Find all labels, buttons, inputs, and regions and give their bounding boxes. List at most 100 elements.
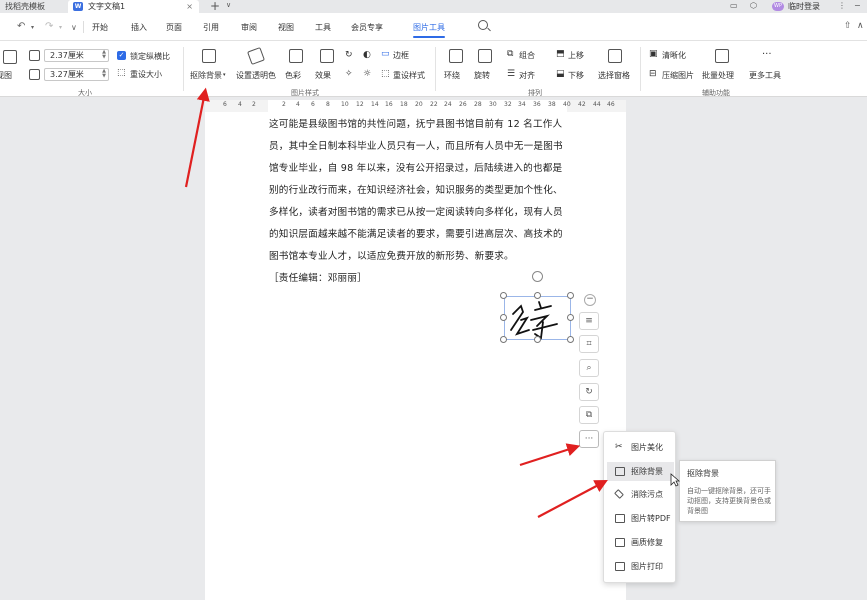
menu-review[interactable]: 审阅 [241,22,257,33]
tab-template[interactable]: 找稻壳模板 [0,0,66,13]
avatar[interactable]: WP [772,2,784,11]
send-down-icon[interactable]: ⬓ [556,69,565,79]
menu-item-remove-background[interactable]: 抠除背景 [607,462,674,481]
view-partial-label[interactable]: 视图 [0,70,12,81]
resize-handle[interactable] [534,336,541,343]
reset-style-icon[interactable]: ⬚ [381,69,390,79]
bring-up-button[interactable]: 上移 [568,50,584,61]
menu-item-print[interactable]: 图片打印 [607,557,674,576]
more-options-button[interactable]: ··· [579,430,599,448]
rotate-tool-icon[interactable]: ↻ [579,383,599,401]
undo-icon[interactable]: ↶ [17,21,25,32]
resize-handle[interactable] [500,336,507,343]
rotate-button[interactable]: 旋转 [474,70,490,81]
minimize-icon[interactable]: − [854,1,861,10]
resize-handle[interactable] [534,292,541,299]
login-label[interactable]: 临时登录 [788,0,820,13]
compress-icon[interactable]: ⊟ [649,69,657,79]
menu-view[interactable]: 视图 [278,22,294,33]
close-tab-icon[interactable]: × [186,0,193,13]
brightness-icon[interactable]: ☼ [363,69,371,79]
contrast-icon[interactable]: ◐ [363,50,371,60]
more-icon[interactable]: ⋮ [838,1,846,10]
share-icon[interactable]: ⇧ [844,21,852,31]
ruler-number: 40 [563,101,571,108]
menu-item-to-pdf[interactable]: 图片转PDF [607,509,674,528]
chevron-down-icon[interactable]: ▾ [223,72,226,78]
batch-button[interactable]: 批量处理 [702,70,734,81]
menu-item-beautify[interactable]: ✂ 图片美化 [607,438,674,457]
resize-handle[interactable] [567,336,574,343]
resize-handle[interactable] [500,314,507,321]
clarity-button[interactable]: 清晰化 [662,50,686,61]
transparent-color-icon[interactable] [247,47,265,65]
reset-size-button[interactable]: 重设大小 [130,69,162,80]
rotate-icon[interactable] [478,49,492,63]
crop-icon[interactable] [3,50,17,64]
effects-button[interactable]: 效果 [315,70,331,81]
menu-item-quality-repair[interactable]: 画质修复 [607,533,674,552]
wrap-layout-icon[interactable]: ≡ [579,312,599,330]
menu-member[interactable]: 会员专享 [351,22,383,33]
more-tools-button[interactable]: 更多工具 [749,70,781,81]
effects-icon[interactable] [320,49,334,63]
menu-insert[interactable]: 插入 [131,22,147,33]
crop-tool-icon[interactable]: ⌗ [579,335,599,353]
bring-up-icon[interactable]: ⬒ [556,49,565,59]
resize-handle[interactable] [567,292,574,299]
align-button[interactable]: 对齐 [519,70,535,81]
reset-style-button[interactable]: 重设样式 [393,70,425,81]
height-input[interactable]: 3.27厘米 ▲ ▼ [44,68,109,81]
wrap-button[interactable]: 环绕 [444,70,460,81]
set-transparent-button[interactable]: 设置透明色 [236,70,276,81]
redo-dropdown-icon[interactable]: ▾ [59,24,62,31]
redo-icon[interactable]: ↷ [45,21,53,32]
batch-icon[interactable] [715,49,729,63]
group-button[interactable]: 组合 [519,50,535,61]
document-page[interactable]: 这可能是县级图书馆的共性问题，抚宁县图书馆目前有 12 名工作人 员，其中全日制… [205,112,626,600]
width-input[interactable]: 2.37厘米 ▲ ▼ [44,49,109,62]
align-icon[interactable]: ☰ [507,69,515,79]
selection-pane-icon[interactable] [608,49,622,63]
menu-item-remove-spots[interactable]: 消除污点 [607,485,674,504]
menu-start[interactable]: 开始 [92,22,108,33]
search-icon[interactable] [478,20,488,30]
tab-document[interactable]: W 文字文稿1 × [68,0,199,13]
cube-icon[interactable]: ⬡ [750,1,757,10]
undo-dropdown-icon[interactable]: ▾ [31,24,34,31]
remove-background-button[interactable]: 抠除背景 [190,70,222,81]
sparkle-icon[interactable]: ✧ [345,69,353,79]
group-icon[interactable]: ⧉ [507,49,513,59]
clarity-icon[interactable]: ▣ [649,49,658,59]
menu-page[interactable]: 页面 [166,22,182,33]
menu-picture-tools[interactable]: 图片工具 [413,22,445,38]
quick-access-chevron-icon[interactable]: ∨ [71,23,77,32]
color-button[interactable]: 色彩 [285,70,301,81]
border-icon[interactable]: ▭ [381,49,390,59]
menu-reference[interactable]: 引用 [203,22,219,33]
wrap-icon[interactable] [449,49,463,63]
more-tools-icon[interactable]: ··· [762,49,772,60]
collapse-ribbon-icon[interactable]: ∧ [857,21,864,31]
rotate-handle-icon[interactable] [532,271,543,282]
lock-ratio-checkbox[interactable]: ✓ [117,51,126,60]
reset-size-icon[interactable]: ⬚ [117,68,126,78]
border-button[interactable]: 边框 [393,50,409,61]
menu-tools[interactable]: 工具 [315,22,331,33]
collapse-toolbar-icon[interactable]: − [584,294,596,306]
send-down-button[interactable]: 下移 [568,70,584,81]
rotate-style-icon[interactable]: ↻ [345,50,353,60]
color-icon[interactable] [289,49,303,63]
compress-button[interactable]: 压缩图片 [662,70,694,81]
remove-background-icon[interactable] [202,49,216,63]
new-tab-icon[interactable]: + [210,0,220,13]
selection-pane-button[interactable]: 选择窗格 [598,70,630,81]
resize-handle[interactable] [567,314,574,321]
window-icon[interactable]: ▭ [730,1,738,10]
paragraph-line: 的知识层面越来越不能满足读者的要求，需要引进高层次、高技术的 [269,229,563,240]
ruler-number: 6 [223,101,227,108]
replace-image-icon[interactable]: ⧉ [579,406,599,424]
tab-list-chevron-icon[interactable]: ∨ [226,1,231,9]
zoom-icon[interactable]: ⌕ [579,359,599,377]
resize-handle[interactable] [500,292,507,299]
